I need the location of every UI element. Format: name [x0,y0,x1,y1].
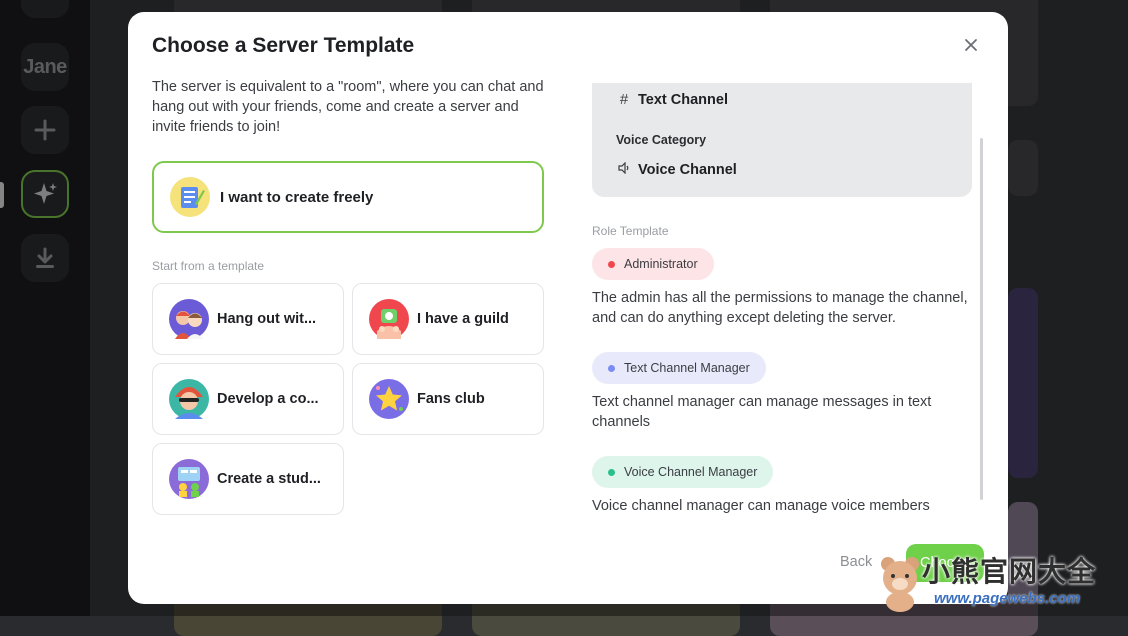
template-label: Hang out wit... [217,311,317,327]
role-name: Text Channel Manager [624,361,750,375]
voice-category-label: Voice Category [616,133,707,147]
role-name: Administrator [624,257,698,271]
friends-icon [169,299,209,339]
template-label: Create a stud... [217,471,321,487]
community-icon [169,379,209,419]
role-description: Voice channel manager can manage voice m… [592,498,930,514]
template-label: I have a guild [417,311,509,327]
role-badge-voice-channel-manager: Voice Channel Manager [592,456,774,488]
template-label: Fans club [417,391,485,407]
template-hang-out[interactable]: Hang out wit... [152,283,344,355]
channel-preview: # Text Channel Voice Category Voice Chan… [592,83,972,197]
create-freely-option[interactable]: I want to create freely [152,161,544,233]
dialog-description: The server is equivalent to a "room", wh… [152,79,544,135]
role-dot [608,468,615,476]
role-dot [608,260,615,268]
dialog-title: Choose a Server Template [152,34,415,57]
server-template-dialog: Choose a Server Template The server is e… [128,12,1008,604]
watermark-url: www.pagewebs.com [934,590,1081,607]
speaker-icon [616,161,632,178]
role-description: The admin has all the permissions to man… [592,290,968,326]
role-badge-text-channel-manager: Text Channel Manager [592,352,766,384]
text-channel-row: # Text Channel [616,91,728,108]
template-guild[interactable]: I have a guild [352,283,544,355]
study-icon [169,459,209,499]
role-badge-administrator: Administrator [592,248,714,280]
voice-channel-row: Voice Channel [616,161,737,178]
bear-logo-icon [881,557,919,612]
role-name: Voice Channel Manager [624,465,758,479]
template-study[interactable]: Create a stud... [152,443,344,515]
close-button[interactable] [960,34,982,56]
text-channel-name: Text Channel [638,91,728,108]
hash-icon: # [619,91,629,108]
watermark-text: 小熊官网大全 [922,556,1097,587]
templates-section-label: Start from a template [152,259,265,273]
watermark: 小熊官网大全 www.pagewebs.com [878,548,1128,616]
back-button[interactable]: Back [840,554,872,570]
role-description: Text channel manager can manage messages… [592,394,932,430]
star-icon [369,379,409,419]
notebook-icon [170,177,210,217]
close-icon [965,39,977,51]
template-fans-club[interactable]: Fans club [352,363,544,435]
scrollbar[interactable] [980,138,983,500]
template-label: Develop a co... [217,391,319,407]
create-freely-label: I want to create freely [220,188,374,206]
voice-channel-name: Voice Channel [638,161,737,178]
template-community[interactable]: Develop a co... [152,363,344,435]
role-template-label: Role Template [592,224,669,238]
role-dot [608,364,615,372]
guild-icon [369,299,409,339]
